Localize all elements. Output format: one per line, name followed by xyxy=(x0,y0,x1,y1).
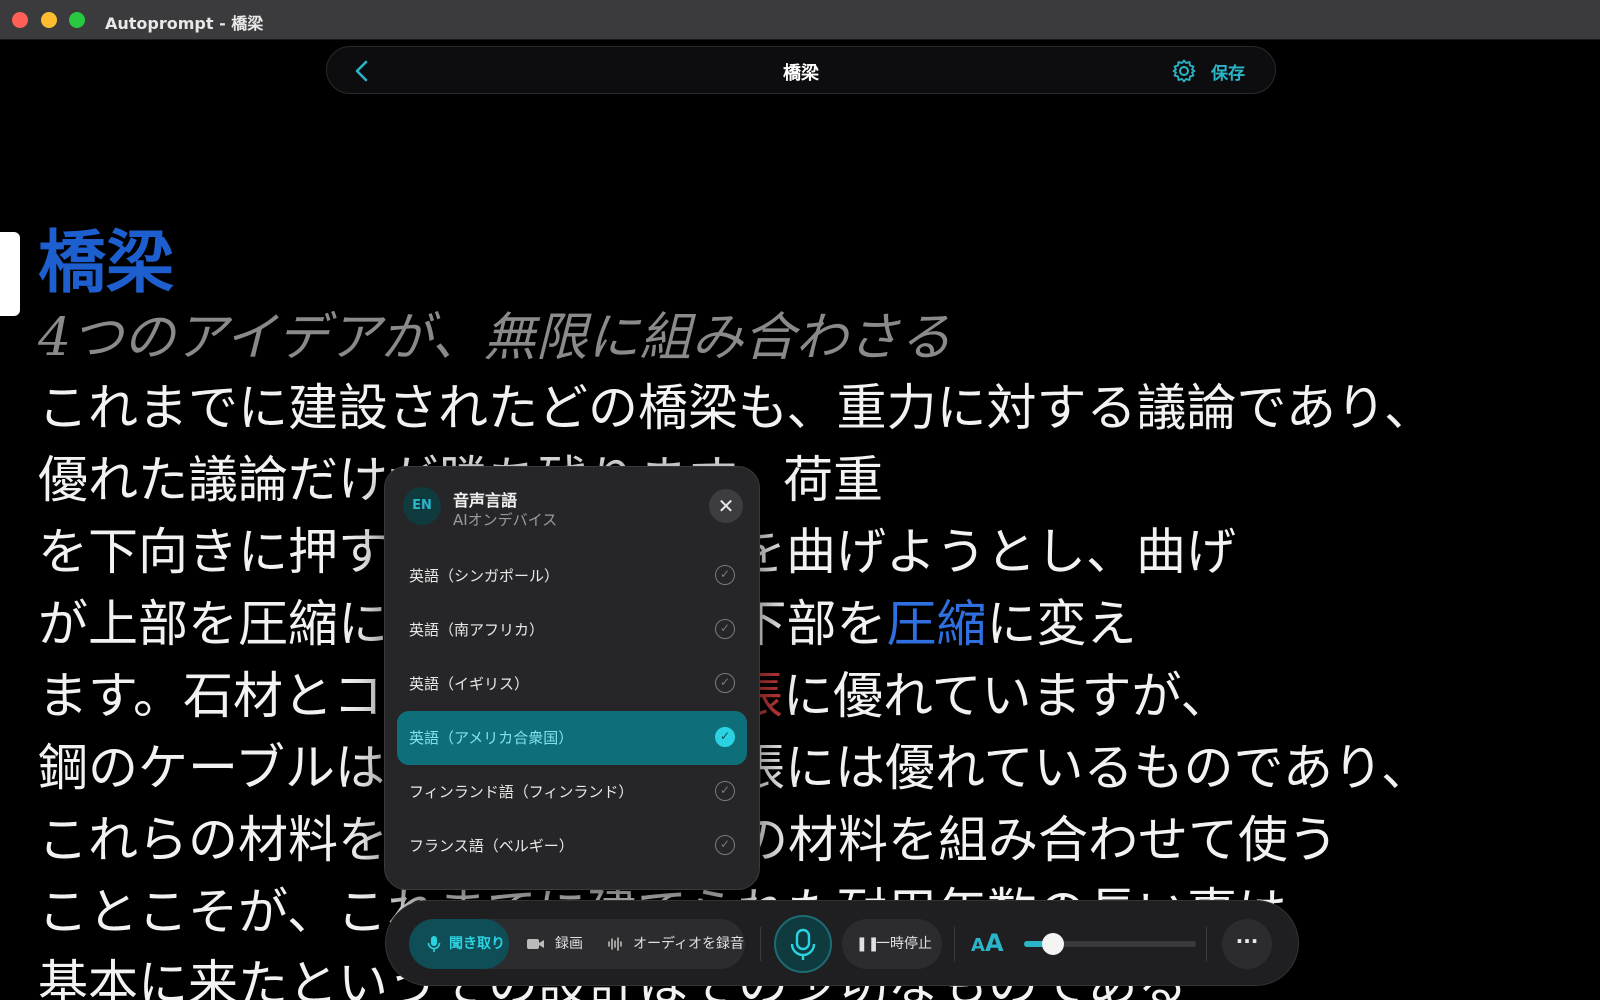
more-options-button[interactable]: ··· xyxy=(1222,919,1272,969)
save-button[interactable]: 保存 xyxy=(1211,59,1245,84)
popover-title: 音声言語 xyxy=(453,491,518,510)
language-option[interactable]: フランス語（ベルギー） ✓ xyxy=(397,819,747,873)
listen-mode-label: 聞き取り xyxy=(449,936,505,952)
waveform-icon xyxy=(607,936,623,952)
speech-language-popover: EN 音声言語 AIオンデバイス ✕ 英語（シンガポール） ✓ 英語（南アフリカ） ✓… xyxy=(384,466,760,890)
language-option-label: フランス語（カナダ） xyxy=(409,889,559,890)
window-title: Autoprompt - 橋梁 xyxy=(105,14,264,33)
record-audio-button[interactable]: オーディオを録音 xyxy=(607,919,744,969)
language-list[interactable]: 英語（シンガポール） ✓ 英語（南アフリカ） ✓ 英語（イギリス） ✓ 英語（アメリカ合衆国… xyxy=(385,549,759,890)
toolbar-divider xyxy=(1206,927,1207,961)
highlighted-word: 圧縮 xyxy=(886,595,987,653)
script-line: ます。石材とコンクリートは引張に優れていますが、 xyxy=(38,660,1578,732)
window-titlebar: Autoprompt - 橋梁 xyxy=(0,0,1600,40)
script-line: を下向きに押すと、梁がそれをを曲げようとし、曲げ xyxy=(38,516,1578,588)
checkmark-icon: ✓ xyxy=(715,889,735,890)
pause-button[interactable]: ❚❚ 一時停止 xyxy=(842,919,942,969)
record-video-button[interactable]: 録画 xyxy=(527,919,583,969)
script-line: 優れた議論だけが勝ち残ります。荷重 xyxy=(38,444,1578,516)
language-option[interactable]: 英語（南アフリカ） ✓ xyxy=(397,603,747,657)
font-size-icon: AA xyxy=(971,929,1004,957)
script-title: 橋梁 xyxy=(38,223,175,303)
language-option-label: フィンランド語（フィンランド） xyxy=(409,783,634,801)
record-audio-label: オーディオを録音 xyxy=(633,936,745,952)
window-minimize-button[interactable] xyxy=(41,12,57,28)
checkmark-icon: ✓ xyxy=(715,565,735,585)
language-option-label: フランス語（ベルギー） xyxy=(409,837,574,855)
microphone-button[interactable] xyxy=(774,915,832,973)
script-line: これらの材料を理解し、これらの材料を組み合わせて使う xyxy=(38,804,1578,876)
font-size-slider[interactable] xyxy=(1024,933,1196,955)
checkmark-icon: ✓ xyxy=(715,727,735,747)
language-badge: EN xyxy=(403,487,441,525)
window-close-button[interactable] xyxy=(12,12,28,28)
checkmark-icon: ✓ xyxy=(715,781,735,801)
popover-subtitle: AIオンデバイス xyxy=(453,511,558,529)
language-option[interactable]: フィンランド語（フィンランド） ✓ xyxy=(397,765,747,819)
language-option[interactable]: 英語（イギリス） ✓ xyxy=(397,657,747,711)
record-video-label: 録画 xyxy=(555,936,583,952)
microphone-icon xyxy=(790,928,816,960)
script-line: 鋼のケーブルは圧縮ではなく引張には優れているものであり、 xyxy=(38,732,1578,804)
script-line: これまでに建設されたどの橋梁も、重力に対する議論であり、 xyxy=(38,372,1578,444)
ellipsis-icon: ··· xyxy=(1235,929,1259,953)
language-option-label: 英語（南アフリカ） xyxy=(409,621,545,639)
close-icon: ✕ xyxy=(717,494,735,518)
document-title: 橋梁 xyxy=(783,63,819,84)
toolbar-divider xyxy=(760,927,761,961)
language-option-label: 英語（イギリス） xyxy=(409,675,530,693)
listen-mode-button[interactable]: 聞き取り xyxy=(409,919,509,969)
script-text: 橋梁 4つのアイデアが、無限に組み合わさる これまでに建設されたどの橋梁も、重力… xyxy=(38,222,1578,1000)
checkmark-icon: ✓ xyxy=(715,619,735,639)
document-navbar: 橋梁 保存 xyxy=(326,46,1276,94)
script-segment: に優れていますが、 xyxy=(783,667,1231,725)
script-segment: これまでに建設されたどの橋梁も、重力に対する議論であり、 xyxy=(38,379,1434,437)
language-option[interactable]: 英語（アメリカ合衆国） ✓ xyxy=(397,711,747,765)
reading-position-marker[interactable] xyxy=(0,232,20,316)
script-subtitle: 4つのアイデアが、無限に組み合わさる xyxy=(38,308,952,368)
pause-label: 一時停止 xyxy=(876,936,932,952)
checkmark-icon: ✓ xyxy=(715,673,735,693)
mode-segmented-control: 聞き取り 録画 オーディオを録音 xyxy=(409,919,745,969)
toolbar-divider xyxy=(954,927,955,961)
language-option-label: 英語（アメリカ合衆国） xyxy=(409,729,574,747)
close-button[interactable]: ✕ xyxy=(709,489,743,523)
prompter-toolbar: 聞き取り 録画 オーディオを録音 ❚❚ 一時停止 AA ··· xyxy=(385,900,1299,986)
video-camera-icon xyxy=(527,936,545,952)
language-option[interactable]: 英語（シンガポール） ✓ xyxy=(397,549,747,603)
gear-icon xyxy=(1172,59,1196,83)
font-size-slider-knob[interactable] xyxy=(1042,933,1065,955)
window-maximize-button[interactable] xyxy=(69,12,85,28)
language-option[interactable]: フランス語（カナダ） ✓ xyxy=(397,873,747,890)
language-option-label: 英語（シンガポール） xyxy=(409,567,560,585)
microphone-icon xyxy=(427,919,441,969)
popover-header: EN 音声言語 AIオンデバイス ✕ xyxy=(385,467,759,551)
checkmark-icon: ✓ xyxy=(715,835,735,855)
settings-button[interactable] xyxy=(1171,58,1197,84)
script-segment: に変え xyxy=(986,595,1137,653)
script-line: が上部を圧縮にかける、そして下部を圧縮に変え xyxy=(38,588,1578,660)
